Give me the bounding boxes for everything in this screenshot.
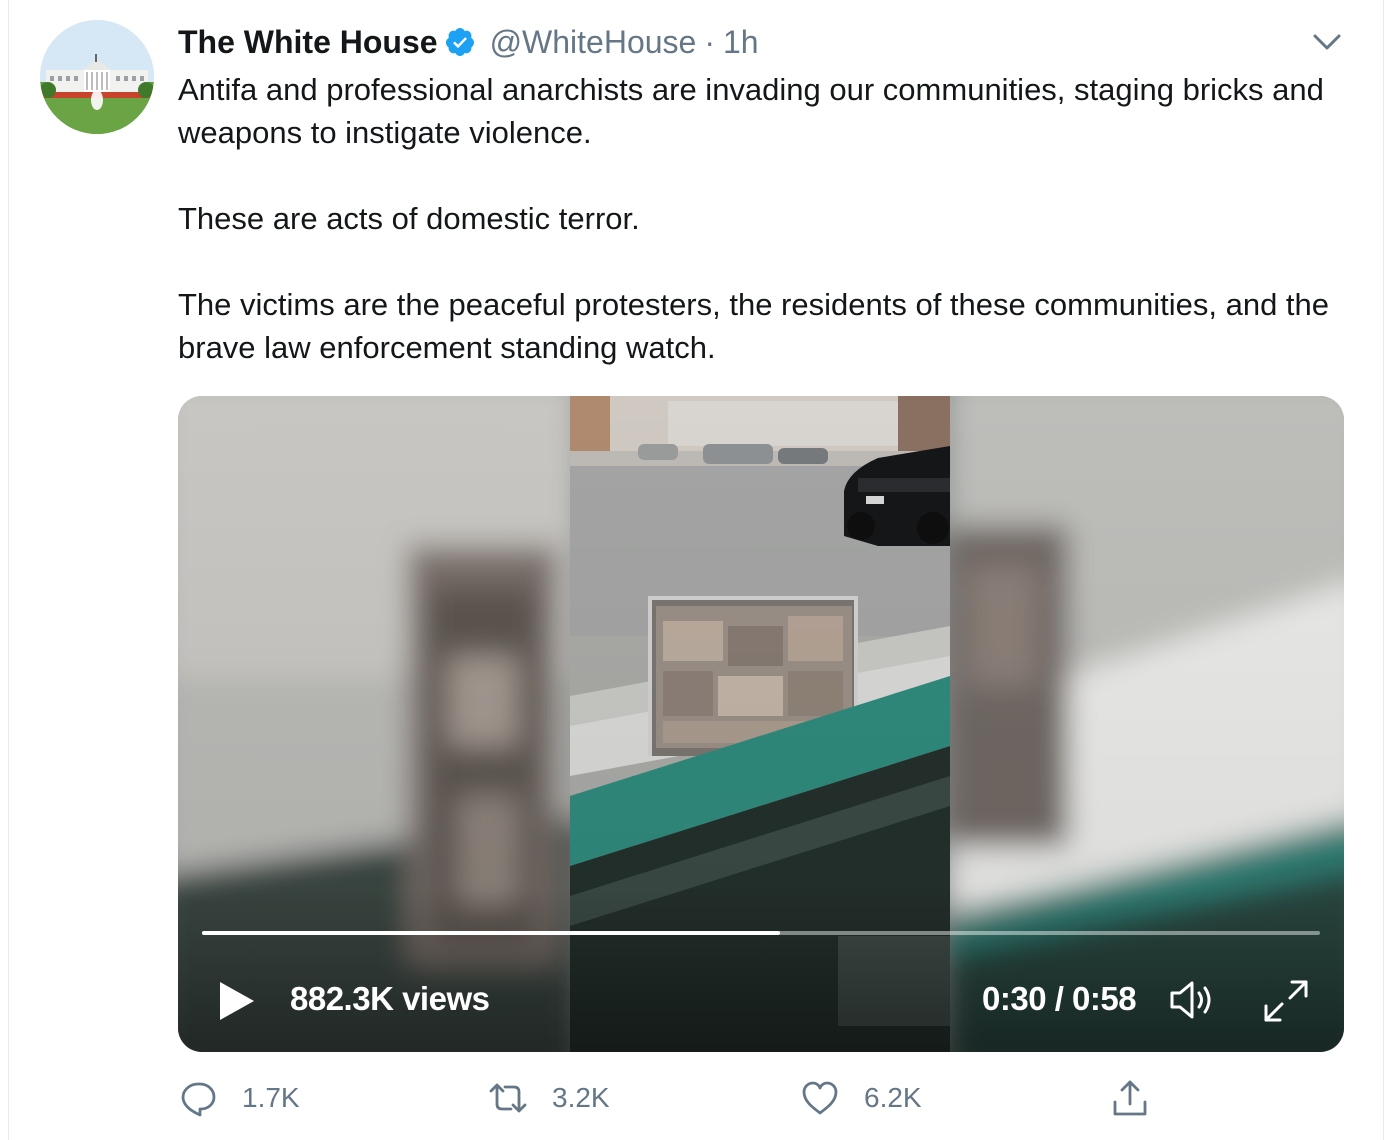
tweet-header: The White House @WhiteHouse · 1h xyxy=(178,20,759,64)
reply-button[interactable]: 1.7K xyxy=(178,1078,300,1118)
heart-icon xyxy=(802,1081,838,1115)
reply-icon xyxy=(181,1082,216,1117)
video-player[interactable]: 882.3K views 0:30 / 0:58 xyxy=(178,396,1344,1052)
author-handle[interactable]: @WhiteHouse xyxy=(490,24,697,61)
header-separator: · xyxy=(704,23,715,60)
share-icon xyxy=(1113,1080,1147,1116)
share-button[interactable] xyxy=(1110,1078,1150,1118)
chevron-down-icon[interactable] xyxy=(1310,28,1344,56)
video-progress-fill xyxy=(202,931,780,935)
author-name[interactable]: The White House xyxy=(178,24,438,61)
expand-icon[interactable] xyxy=(1262,978,1310,1024)
tweet-actions: 1.7K 3.2K 6.2K xyxy=(0,1078,1400,1124)
tweet-paragraph: The victims are the peaceful protesters,… xyxy=(178,287,1330,365)
tweet-timestamp[interactable]: 1h xyxy=(723,24,759,61)
timeline-border-left xyxy=(8,0,9,1140)
verified-badge-icon xyxy=(445,28,474,56)
timeline-border-right xyxy=(1383,0,1384,1140)
play-icon[interactable] xyxy=(214,978,258,1024)
like-count: 6.2K xyxy=(864,1082,922,1113)
like-button[interactable]: 6.2K xyxy=(800,1078,922,1118)
video-frame-image xyxy=(178,396,1344,1052)
white-house-avatar-image xyxy=(40,20,154,134)
tweet-paragraph: These are acts of domestic terror. xyxy=(178,201,640,236)
tweet-card[interactable]: The White House @WhiteHouse · 1h Antifa … xyxy=(0,0,1400,1140)
video-timecode: 0:30 / 0:58 xyxy=(982,980,1137,1017)
reply-count: 1.7K xyxy=(242,1082,300,1113)
video-progress-bar[interactable] xyxy=(202,931,1320,935)
video-view-count: 882.3K views xyxy=(290,980,490,1017)
tweet-paragraph: Antifa and professional anarchists are i… xyxy=(178,72,1324,150)
tweet-text: Antifa and professional anarchists are i… xyxy=(178,68,1348,369)
avatar[interactable] xyxy=(40,20,154,134)
retweet-icon xyxy=(489,1083,527,1113)
retweet-count: 3.2K xyxy=(552,1082,610,1113)
volume-icon[interactable] xyxy=(1168,978,1220,1022)
retweet-button[interactable]: 3.2K xyxy=(488,1078,610,1118)
